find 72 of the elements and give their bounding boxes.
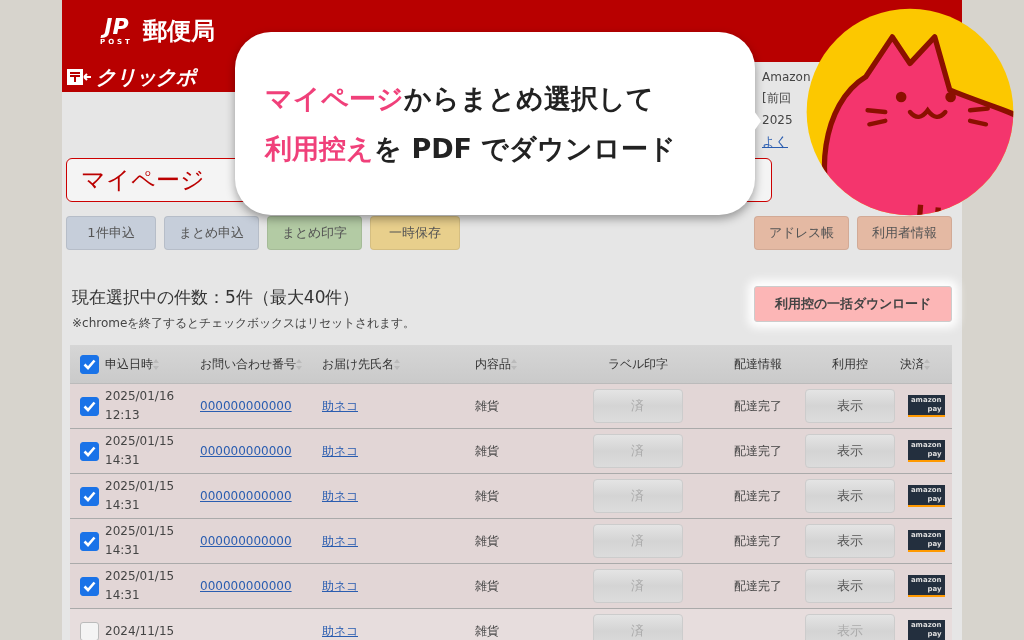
select-all-checkbox[interactable] bbox=[80, 354, 99, 374]
bulk-download-button[interactable]: 利用控の一括ダウンロード bbox=[754, 286, 952, 322]
receipt-view-button[interactable]: 表示 bbox=[805, 524, 895, 558]
column-header[interactable]: 申込日時 bbox=[105, 355, 153, 373]
account-info-text: 2025 bbox=[762, 113, 793, 127]
account-info-text: Amazon bbox=[762, 70, 811, 84]
delivery-status: 配達完了 bbox=[733, 442, 782, 460]
delivery-status: 配達完了 bbox=[733, 487, 782, 505]
contents-cell: 雑貨 bbox=[475, 487, 499, 505]
nav-button[interactable]: 利用者情報 bbox=[857, 216, 952, 250]
callout-text: 利用控えを PDF でダウンロード bbox=[265, 131, 678, 166]
column-header[interactable]: お問い合わせ番号 bbox=[200, 355, 296, 373]
tracking-link[interactable]: 000000000000 bbox=[200, 534, 292, 548]
contents-cell: 雑貨 bbox=[475, 622, 499, 640]
checkmark-icon bbox=[83, 580, 96, 592]
date-cell-text: 2025/01/15 14:31 bbox=[105, 478, 176, 514]
page-title: マイページ bbox=[81, 165, 205, 196]
tracking-link[interactable]: 000000000000 bbox=[200, 489, 292, 503]
recipient-link[interactable]: 助ネコ bbox=[322, 622, 358, 640]
date-cell-text: 2025/01/15 14:31 bbox=[105, 433, 176, 469]
nav-button[interactable]: 1件申込 bbox=[66, 216, 156, 250]
receipt-view-button[interactable]: 表示 bbox=[805, 389, 895, 423]
date-cell-text: 2025/01/15 14:31 bbox=[105, 568, 176, 604]
recipient-link[interactable]: 助ネコ bbox=[322, 577, 358, 595]
contents-cell: 雑貨 bbox=[475, 442, 499, 460]
nav-button[interactable]: まとめ申込 bbox=[164, 216, 259, 250]
post-office-logo-text: 郵便局 bbox=[142, 16, 215, 47]
tracking-link[interactable]: 000000000000 bbox=[200, 399, 292, 413]
column-header[interactable]: 内容品 bbox=[475, 355, 511, 373]
recipient-link[interactable]: 助ネコ bbox=[322, 532, 358, 550]
delivery-status: 配達完了 bbox=[733, 577, 782, 595]
help-link[interactable]: よく bbox=[762, 133, 788, 151]
checkmark-icon bbox=[83, 445, 96, 457]
row-checkbox[interactable] bbox=[80, 621, 99, 640]
receipt-view-button[interactable]: 表示 bbox=[805, 569, 895, 603]
delivery-status: 配達完了 bbox=[733, 532, 782, 550]
recipient-link[interactable]: 助ネコ bbox=[322, 487, 358, 505]
nav-button[interactable]: 一時保存 bbox=[370, 216, 460, 250]
checkmark-icon bbox=[83, 400, 96, 412]
account-info-text: [前回 bbox=[762, 90, 791, 107]
recipient-link[interactable]: 助ネコ bbox=[322, 442, 358, 460]
selection-count: 現在選択中の件数：5件（最大40件） bbox=[72, 286, 361, 309]
nav-button[interactable]: まとめ印字 bbox=[267, 216, 362, 250]
callout-text: マイページからまとめ選択して bbox=[265, 81, 655, 116]
postbox-icon bbox=[66, 67, 92, 87]
column-header[interactable]: お届け先氏名 bbox=[322, 355, 394, 373]
column-header[interactable]: 配達情報 bbox=[733, 355, 782, 373]
reset-note: ※chromeを終了するとチェックボックスはリセットされます。 bbox=[72, 315, 416, 332]
row-checkbox[interactable] bbox=[80, 441, 99, 461]
delivery-status: 配達完了 bbox=[733, 397, 782, 415]
receipt-view-button[interactable]: 表示 bbox=[805, 434, 895, 468]
date-cell-text: 2025/01/15 14:31 bbox=[105, 523, 176, 559]
row-checkbox[interactable] bbox=[80, 531, 99, 551]
contents-cell: 雑貨 bbox=[475, 397, 499, 415]
column-header[interactable]: 利用控 bbox=[832, 355, 868, 373]
contents-cell: 雑貨 bbox=[475, 577, 499, 595]
column-header[interactable]: ラベル印字 bbox=[607, 355, 668, 373]
receipt-view-button[interactable]: 表示 bbox=[805, 479, 895, 513]
row-checkbox[interactable] bbox=[80, 486, 99, 506]
recipient-link[interactable]: 助ネコ bbox=[322, 397, 358, 415]
checkmark-icon bbox=[83, 535, 96, 547]
date-cell-text: 2024/11/15 bbox=[105, 622, 176, 640]
tracking-link[interactable]: 000000000000 bbox=[200, 579, 292, 593]
row-checkbox[interactable] bbox=[80, 576, 99, 596]
row-checkbox[interactable] bbox=[80, 396, 99, 416]
nav-button[interactable]: アドレス帳 bbox=[754, 216, 849, 250]
checkmark-icon bbox=[83, 358, 96, 370]
contents-cell: 雑貨 bbox=[475, 532, 499, 550]
checkmark-icon bbox=[83, 490, 96, 502]
tracking-link[interactable]: 000000000000 bbox=[200, 444, 292, 458]
date-cell-text: 2025/01/16 12:13 bbox=[105, 388, 176, 424]
column-header[interactable]: 決済 bbox=[900, 355, 924, 373]
